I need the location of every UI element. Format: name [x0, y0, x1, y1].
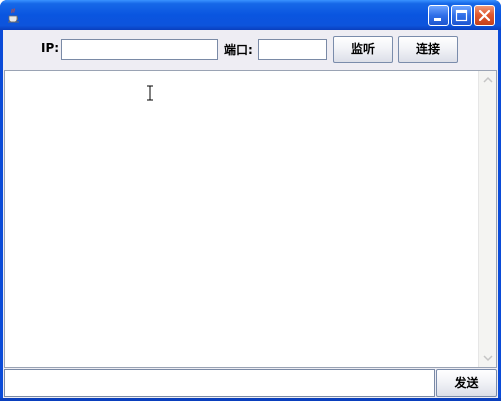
scroll-up-icon[interactable] [480, 72, 496, 88]
scroll-down-icon[interactable] [480, 350, 496, 366]
port-input[interactable] [258, 39, 327, 60]
close-icon [478, 9, 491, 22]
maximize-icon [455, 9, 468, 22]
title-bar[interactable] [0, 0, 501, 30]
text-cursor-icon [147, 85, 153, 101]
maximize-button[interactable] [451, 5, 472, 26]
send-button[interactable]: 发送 [436, 369, 497, 397]
listen-button[interactable]: 监听 [333, 36, 393, 63]
app-window: IP: 端口: 监听 连接 发送 [0, 0, 501, 401]
connection-toolbar: IP: 端口: 监听 连接 [3, 30, 498, 69]
chat-scroll-pane [4, 70, 497, 368]
minimize-button[interactable] [428, 5, 449, 26]
ip-label: IP: [41, 41, 60, 55]
connect-button[interactable]: 连接 [398, 36, 458, 63]
chat-text-area[interactable] [5, 71, 478, 367]
client-area: IP: 端口: 监听 连接 发送 [3, 30, 498, 398]
ip-input[interactable] [61, 39, 218, 60]
java-cup-icon[interactable] [6, 7, 22, 23]
close-button[interactable] [474, 5, 495, 26]
message-input[interactable] [4, 369, 435, 397]
port-label: 端口: [224, 43, 253, 57]
vertical-scrollbar[interactable] [478, 71, 496, 367]
minimize-icon [434, 18, 441, 21]
